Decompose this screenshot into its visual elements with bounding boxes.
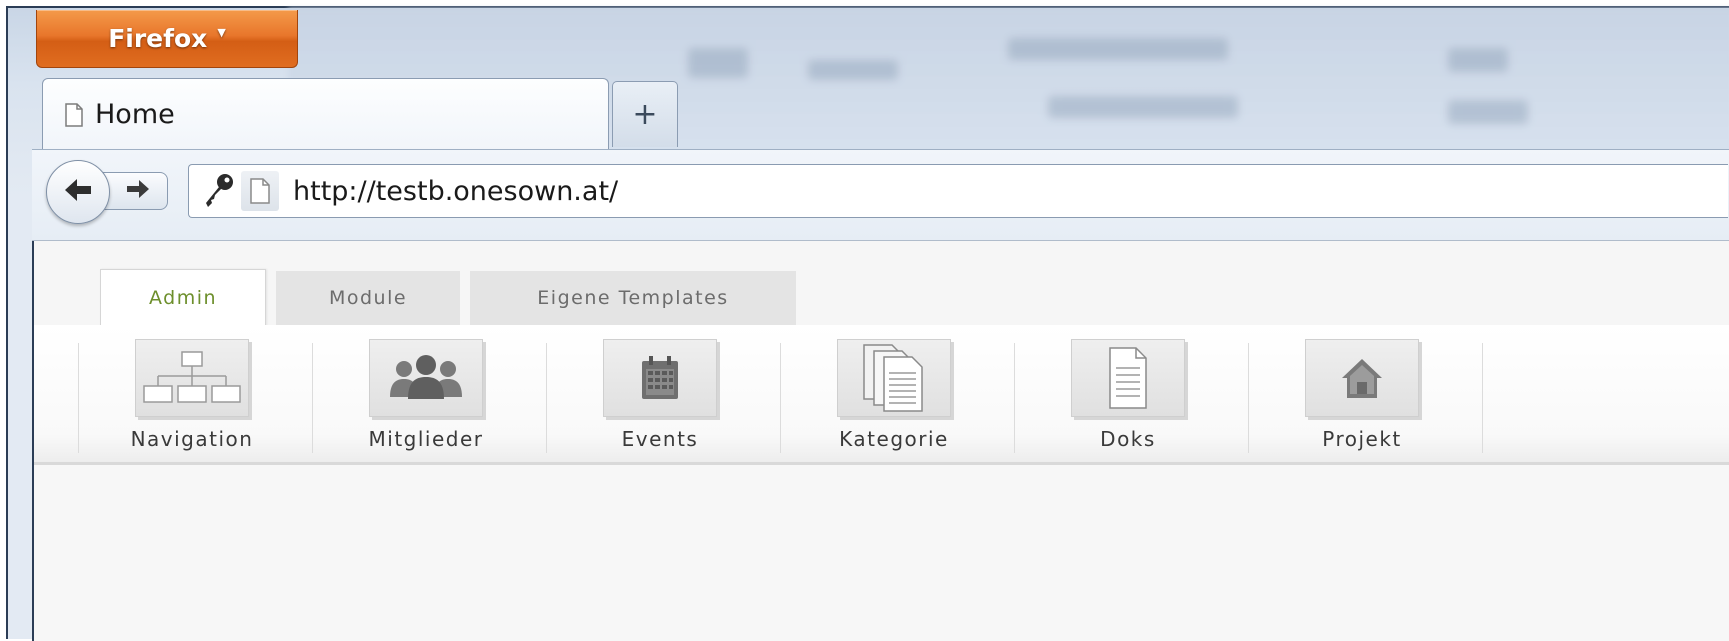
app-tab-bar: Admin Module Eigene Templates [34, 241, 1729, 326]
toolbar-label-kategorie: Kategorie [839, 427, 949, 451]
users-icon [369, 339, 483, 417]
navigation-toolbar: http://testb.onesown.at/ [32, 149, 1729, 241]
toolbar-item-navigation[interactable]: Navigation [76, 339, 308, 451]
toolbar-item-events[interactable]: Events [544, 339, 776, 451]
sitemap-icon [135, 339, 249, 417]
browser-window: Firefox ▼ Home + http://testb.onesown.at… [6, 6, 1729, 641]
toolbar-label-doks: Doks [1100, 427, 1156, 451]
arrow-left-icon [63, 177, 93, 207]
documents-icon [837, 339, 951, 417]
page-content: Admin Module Eigene Templates Navigation… [32, 241, 1729, 641]
new-tab-button[interactable]: + [612, 81, 678, 147]
arrow-right-icon [125, 178, 151, 204]
toolbar-label-events: Events [621, 427, 699, 451]
tab-admin[interactable]: Admin [100, 269, 266, 326]
document-icon [1071, 339, 1185, 417]
tab-eigene-templates-label: Eigene Templates [537, 287, 729, 309]
firefox-menu-button[interactable]: Firefox ▼ [36, 10, 298, 68]
tab-title: Home [95, 99, 175, 130]
toolbar-separator [1482, 343, 1483, 453]
home-icon [1305, 339, 1419, 417]
plus-icon: + [632, 97, 658, 132]
tab-module-label: Module [328, 287, 408, 309]
toolbar-item-projekt[interactable]: Projekt [1246, 339, 1478, 451]
dropdown-caret-icon: ▼ [217, 26, 226, 39]
page-icon [65, 102, 83, 127]
toolbar-item-doks[interactable]: Doks [1012, 339, 1244, 451]
admin-toolbar: Navigation Mitglieder Events Kategorie D… [34, 325, 1729, 465]
tab-admin-label: Admin [148, 286, 218, 309]
site-identity-button[interactable] [241, 171, 279, 211]
back-forward-group [46, 160, 186, 224]
toolbar-label-navigation: Navigation [130, 427, 254, 451]
tab-eigene-templates[interactable]: Eigene Templates [470, 271, 796, 325]
toolbar-item-kategorie[interactable]: Kategorie [778, 339, 1010, 451]
firefox-menu-label: Firefox [108, 24, 208, 53]
toolbar-label-mitglieder: Mitglieder [368, 427, 484, 451]
back-button[interactable] [46, 160, 110, 224]
toolbar-label-projekt: Projekt [1322, 427, 1402, 451]
calendar-icon [603, 339, 717, 417]
toolbar-item-mitglieder[interactable]: Mitglieder [310, 339, 542, 451]
url-text: http://testb.onesown.at/ [293, 175, 619, 207]
tab-module[interactable]: Module [276, 271, 460, 325]
key-icon [203, 173, 235, 209]
url-bar[interactable]: http://testb.onesown.at/ [188, 164, 1728, 218]
browser-tab-home[interactable]: Home [42, 78, 609, 150]
